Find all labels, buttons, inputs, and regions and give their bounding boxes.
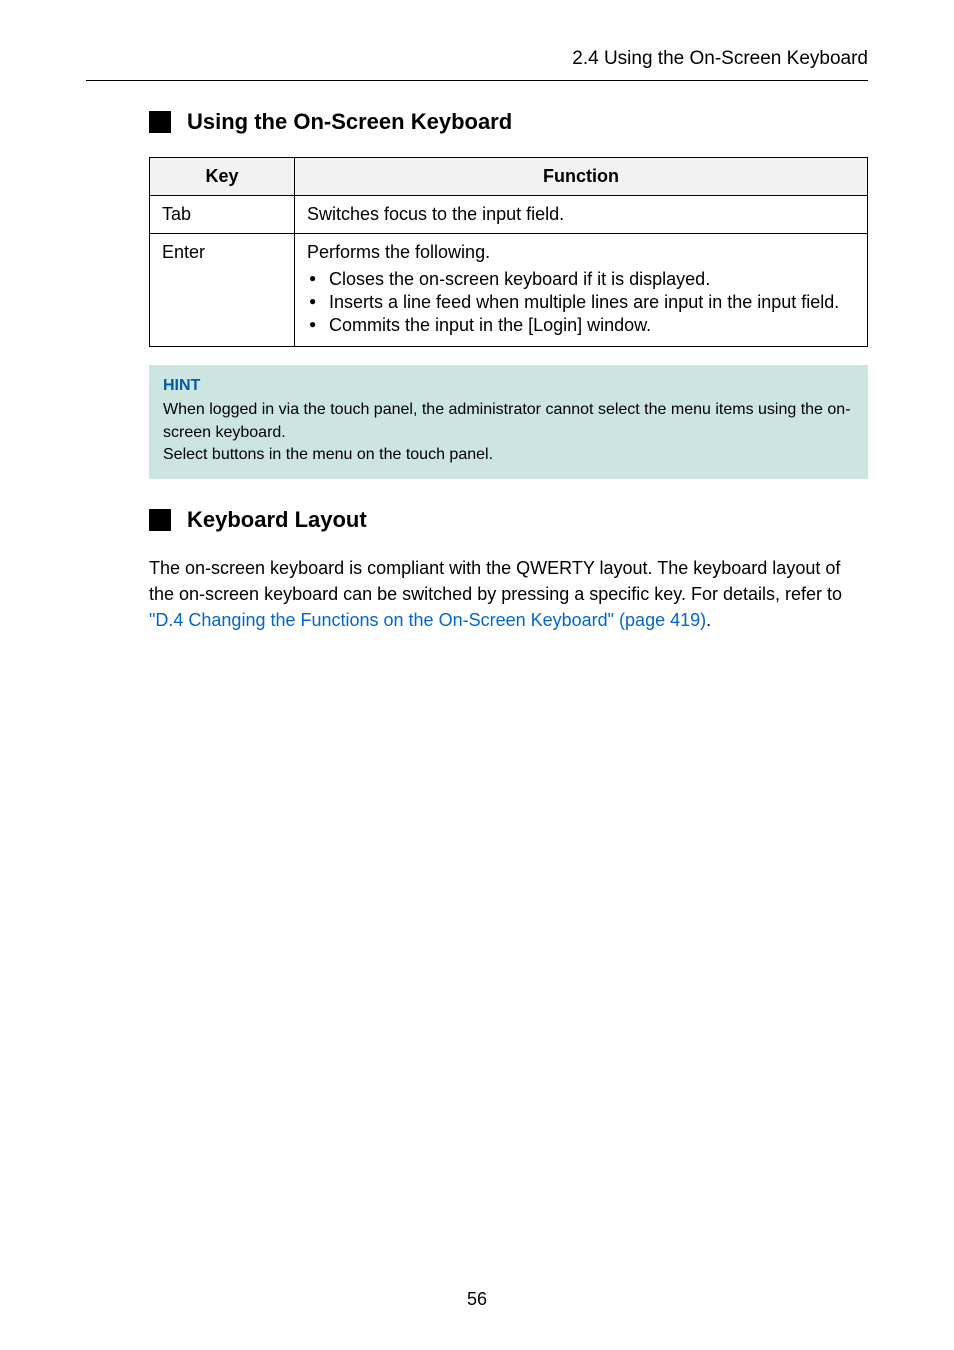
breadcrumb: 2.4 Using the On-Screen Keyboard [0, 48, 954, 70]
section-bullet-icon [149, 509, 171, 531]
keyboard-layout-paragraph: The on-screen keyboard is compliant with… [149, 555, 868, 633]
table-header-key: Key [150, 158, 295, 196]
list-item: Commits the input in the [Login] window. [329, 315, 855, 336]
table-cell-function: Switches focus to the input field. [295, 196, 868, 234]
table-cell-key: Enter [150, 234, 295, 347]
header-rule [86, 80, 868, 81]
function-intro: Switches focus to the input field. [307, 204, 564, 224]
hint-text-line2: Select buttons in the menu on the touch … [163, 444, 854, 466]
function-bullet-list: Closes the on-screen keyboard if it is d… [307, 269, 855, 336]
section-keyboard-layout: Keyboard Layout [149, 507, 868, 533]
section-title: Using the On-Screen Keyboard [187, 109, 512, 135]
table-row: Tab Switches focus to the input field. [150, 196, 868, 234]
hint-box: HINT When logged in via the touch panel,… [149, 365, 868, 479]
list-item: Inserts a line feed when multiple lines … [329, 292, 855, 313]
para-text-after: . [706, 610, 711, 630]
table-cell-function: Performs the following. Closes the on-sc… [295, 234, 868, 347]
hint-text-line1: When logged in via the touch panel, the … [163, 399, 854, 444]
section-title: Keyboard Layout [187, 507, 367, 533]
table-header-function: Function [295, 158, 868, 196]
page-number: 56 [0, 1289, 954, 1310]
key-function-table: Key Function Tab Switches focus to the i… [149, 157, 868, 347]
cross-reference-link[interactable]: "D.4 Changing the Functions on the On-Sc… [149, 610, 706, 630]
section-bullet-icon [149, 111, 171, 133]
function-intro: Performs the following. [307, 242, 490, 262]
hint-label: HINT [163, 375, 854, 397]
para-text-before: The on-screen keyboard is compliant with… [149, 558, 842, 604]
list-item: Closes the on-screen keyboard if it is d… [329, 269, 855, 290]
table-row: Enter Performs the following. Closes the… [150, 234, 868, 347]
table-cell-key: Tab [150, 196, 295, 234]
section-using-keyboard: Using the On-Screen Keyboard [149, 109, 868, 135]
